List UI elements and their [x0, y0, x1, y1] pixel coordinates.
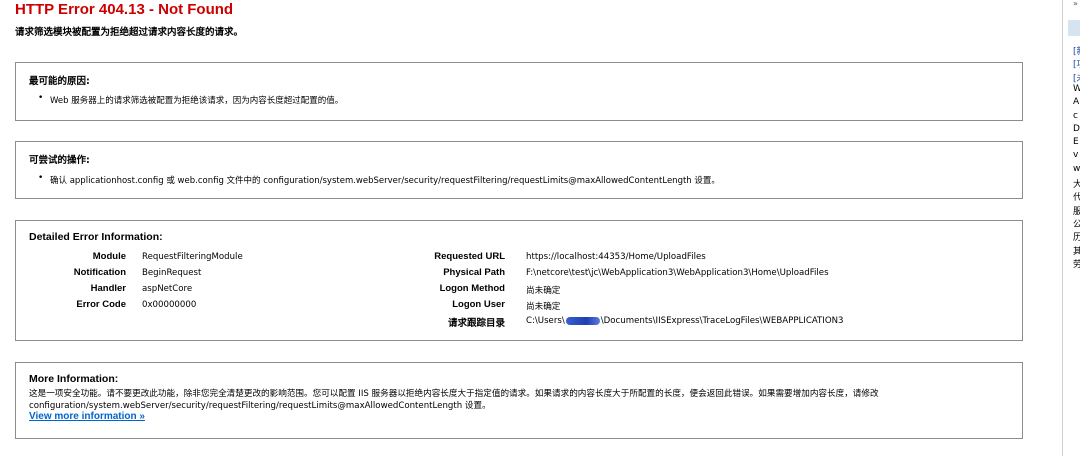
error-code-value: 0x00000000: [142, 300, 197, 310]
logon-method-label: Logon Method: [439, 283, 505, 294]
side-panel-item[interactable]: [新: [1073, 44, 1080, 57]
side-panel-item[interactable]: c: [1073, 111, 1080, 121]
side-panel-item[interactable]: E: [1073, 137, 1080, 147]
side-panel-item[interactable]: [未: [1073, 71, 1080, 84]
things-to-try-item: 确认 applicationhost.config 或 web.config 文…: [38, 173, 720, 186]
notification-label: Notification: [73, 267, 126, 278]
side-panel-item[interactable]: W: [1073, 84, 1080, 94]
likely-cause-item: Web 服务器上的请求筛选被配置为拒绝该请求，因为内容长度超过配置的值。: [38, 93, 343, 106]
trace-directory-value: C:\Users\ \Documents\IISExpress\TraceLogF…: [526, 316, 843, 326]
side-panel-item[interactable]: 劳: [1073, 257, 1080, 270]
side-panel-header-bar: [1068, 20, 1080, 36]
more-information-panel: More Information: 这是一项安全功能。请不要更改此功能，除非您完…: [15, 362, 1023, 439]
error-subtitle: 请求筛选模块被配置为拒绝超过请求内容长度的请求。: [15, 27, 244, 38]
side-panel-item[interactable]: w: [1073, 164, 1080, 174]
error-title: HTTP Error 404.13 - Not Found: [15, 1, 234, 18]
side-panel-item[interactable]: A: [1073, 97, 1080, 107]
chevron-right-icon[interactable]: »: [1073, 0, 1078, 8]
error-page: HTTP Error 404.13 - Not Found 请求筛选模块被配置为…: [0, 0, 1040, 456]
error-code-label: Error Code: [76, 299, 126, 310]
more-information-heading: More Information:: [29, 373, 119, 385]
notification-value: BeginRequest: [142, 268, 202, 278]
side-panel-item[interactable]: 代: [1073, 190, 1080, 203]
module-label: Module: [92, 251, 126, 262]
likely-causes-panel: 最可能的原因: Web 服务器上的请求筛选被配置为拒绝该请求，因为内容长度超过配…: [15, 62, 1023, 121]
more-information-text: 这是一项安全功能。请不要更改此功能，除非您完全清楚更改的影响范围。您可以配置 I…: [29, 389, 879, 411]
module-value: RequestFilteringModule: [142, 252, 243, 262]
trace-directory-suffix: \Documents\IISExpress\TraceLogFiles\WEBA…: [600, 316, 844, 326]
side-panel-item[interactable]: 服: [1073, 204, 1080, 217]
side-panel-item[interactable]: 大: [1073, 177, 1080, 190]
side-panel-item[interactable]: 公: [1073, 217, 1080, 230]
logon-user-value: 尚未确定: [526, 302, 561, 312]
side-panel-item[interactable]: 历: [1073, 230, 1080, 243]
side-panel-item[interactable]: 其: [1073, 244, 1080, 257]
logon-user-label: Logon User: [452, 299, 505, 310]
trace-directory-label: 请求跟踪目录: [447, 318, 505, 329]
physical-path-value: F:\netcore\test\jc\WebApplication3\WebAp…: [526, 268, 829, 278]
redaction-mark: [565, 316, 600, 325]
things-to-try-panel: 可尝试的操作: 确认 applicationhost.config 或 web.…: [15, 141, 1023, 199]
handler-label: Handler: [90, 283, 126, 294]
things-to-try-heading: 可尝试的操作:: [29, 155, 90, 166]
side-panel-item[interactable]: [项: [1073, 57, 1080, 70]
pane-divider[interactable]: [1062, 0, 1063, 456]
side-panel-item[interactable]: v: [1073, 150, 1080, 160]
detailed-error-heading: Detailed Error Information:: [29, 231, 163, 243]
detailed-error-panel: Detailed Error Information: Module Reque…: [15, 220, 1023, 341]
side-panel-item[interactable]: D: [1073, 124, 1080, 134]
requested-url-label: Requested URL: [434, 251, 505, 262]
logon-method-value: 尚未确定: [526, 286, 561, 296]
trace-directory-prefix: C:\Users\: [526, 316, 565, 326]
requested-url-value: https://localhost:44353/Home/UploadFiles: [526, 252, 706, 262]
handler-value: aspNetCore: [142, 284, 193, 294]
view-more-information-link[interactable]: View more information »: [29, 411, 145, 422]
physical-path-label: Physical Path: [443, 267, 505, 278]
likely-causes-heading: 最可能的原因:: [29, 76, 90, 87]
